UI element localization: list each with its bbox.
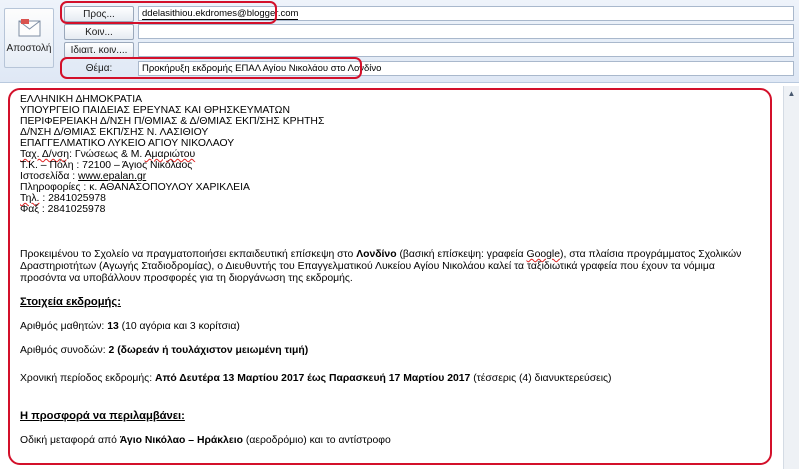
- send-envelope-icon: [18, 18, 42, 43]
- letterhead-line: ΥΠΟΥΡΓΕΙΟ ΠΑΙΔΕΙΑΣ ΕΡΕΥΝΑΣ ΚΑΙ ΘΡΗΣΚΕΥΜΑ…: [20, 105, 290, 116]
- subject-highlight: [60, 57, 362, 79]
- address-prefix: Ταχ. Δ/νση: [20, 149, 70, 160]
- address-line: Ταχ. Δ/νση: Γνώσεως & Μ. Αμαριώτου: [20, 149, 760, 160]
- tel-line: Τηλ. : 2841025978: [20, 193, 760, 204]
- period-detail: (τέσσερις (4) διανυκτερεύσεις): [470, 373, 612, 384]
- period-line: Χρονική περίοδος εκδρομής: Από Δευτέρα 1…: [20, 373, 760, 384]
- section-offer-title: Η προσφορά να περιλαμβάνει:: [20, 410, 185, 422]
- cc-button[interactable]: Κοιν...: [64, 24, 134, 40]
- to-highlight: [60, 1, 277, 24]
- website-label: Ιστοσελίδα :: [20, 171, 79, 182]
- bcc-field[interactable]: [138, 42, 794, 57]
- website-link[interactable]: www.epalan.gr: [78, 171, 146, 182]
- tel-label: Τηλ.: [20, 193, 40, 204]
- letterhead-line: ΠΕΡΙΦΕΡΕΙΑΚΗ Δ/ΝΣΗ Π/ΘΜΙΑΣ & Δ/ΘΜΙΑΣ ΕΚΠ…: [20, 116, 325, 127]
- students-detail: (10 αγόρια και 3 κορίτσια): [118, 321, 240, 332]
- escorts-label: Αριθμός συνοδών:: [20, 345, 109, 356]
- message-header: Αποστολή Προς... ddelasithiou.ekdromes@b…: [0, 0, 799, 83]
- students-count: 13: [107, 321, 119, 332]
- intro-text-2: (βασική επίσκεψη: γραφεία: [396, 249, 527, 260]
- message-body[interactable]: ΕΛΛΗΝΙΚΗ ΔΗΜΟΚΡΑΤΙΑ ΥΠΟΥΡΓΕΙΟ ΠΑΙΔΕΙΑΣ Ε…: [8, 88, 772, 465]
- students-label: Αριθμός μαθητών:: [20, 321, 108, 332]
- letterhead-line: Δ/ΝΣΗ Δ/ΘΜΙΑΣ ΕΚΠ/ΣΗΣ Ν. ΛΑΣΙΘΙΟΥ: [20, 127, 209, 138]
- address-name: Αμαριώτου: [144, 149, 196, 160]
- escorts-value: 2 (δωρεάν ή τουλάχιστον μειωμένη τιμή): [108, 345, 309, 356]
- fax-line: Φαξ : 2841025978: [20, 204, 106, 215]
- section-trip-details-title: Στοιχεία εκδρομής:: [20, 296, 121, 308]
- period-value: Από Δευτέρα 13 Μαρτίου 2017 έως Παρασκευ…: [154, 373, 471, 384]
- tel-value: : 2841025978: [39, 193, 106, 204]
- transport-line: Οδική μεταφορά από Άγιο Νικόλαο – Ηράκλε…: [20, 435, 760, 446]
- letterhead-line: ΕΠΑΓΓΕΛΜΑΤΙΚΟ ΛΥΚΕΙΟ ΑΓΙΟΥ ΝΙΚΟΛΑΟΥ: [20, 138, 235, 149]
- info-line: Πληροφορίες : κ. ΑΘΑΝΑΣΟΠΟΥΛΟΥ ΧΑΡΙΚΛΕΙΑ: [20, 182, 250, 193]
- intro-google: Google: [526, 249, 560, 260]
- vertical-scrollbar[interactable]: ▲: [783, 86, 799, 469]
- students-line: Αριθμός μαθητών: 13 (10 αγόρια και 3 κορ…: [20, 321, 760, 332]
- bcc-button[interactable]: Ιδιαιτ. κοιν....: [64, 42, 134, 58]
- intro-paragraph: Προκειμένου το Σχολείο να πραγματοποιήσε…: [20, 249, 760, 285]
- intro-text-1: Προκειμένου το Σχολείο να πραγματοποιήσε…: [20, 249, 357, 260]
- intro-city: Λονδίνο: [356, 249, 397, 260]
- transport-detail: (αεροδρόμιο) και το αντίστροφο: [243, 435, 391, 446]
- transport-label: Οδική μεταφορά από: [20, 435, 120, 446]
- postal-line: Τ.Κ. – Πόλη : 72100 – Άγιος Νικόλαος: [20, 160, 193, 171]
- send-label: Αποστολή: [6, 43, 52, 54]
- escorts-line: Αριθμός συνοδών: 2 (δωρεάν ή τουλάχιστον…: [20, 345, 760, 356]
- scroll-up-icon[interactable]: ▲: [784, 86, 799, 101]
- transport-route: Άγιο Νικόλαο – Ηράκλειο: [119, 435, 243, 446]
- letterhead-line: ΕΛΛΗΝΙΚΗ ΔΗΜΟΚΡΑΤΙΑ: [20, 94, 143, 105]
- send-button[interactable]: Αποστολή: [4, 8, 54, 68]
- period-label: Χρονική περίοδος εκδρομής:: [20, 373, 155, 384]
- address-mid: : Γνώσεως & Μ.: [69, 149, 145, 160]
- website-line: Ιστοσελίδα : www.epalan.gr: [20, 171, 760, 182]
- cc-field[interactable]: [138, 24, 794, 39]
